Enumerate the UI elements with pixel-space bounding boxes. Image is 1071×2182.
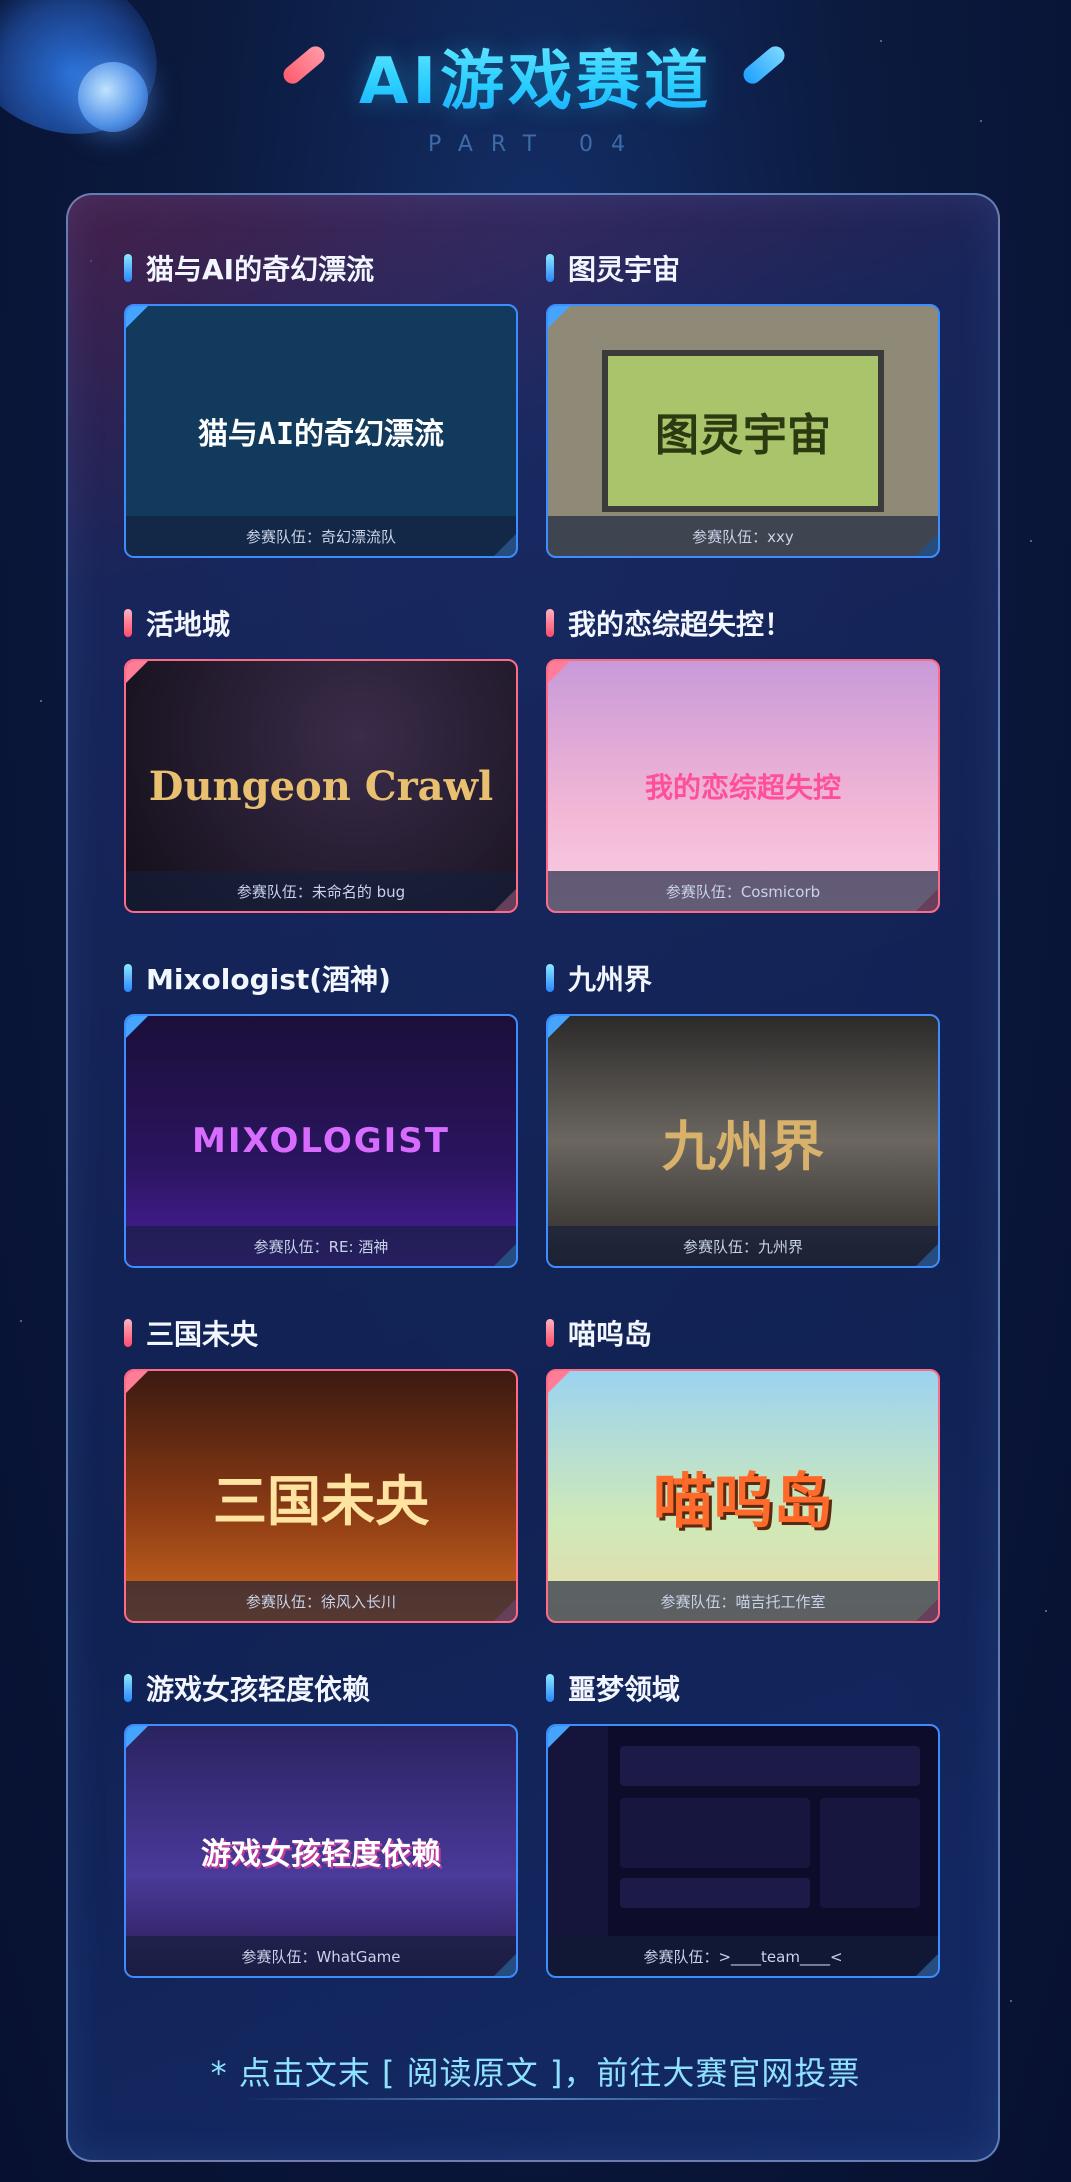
game-item[interactable]: 喵呜岛 喵呜岛 参赛队伍：喵吉托工作室 xyxy=(546,1315,940,1623)
title-marker xyxy=(124,964,132,992)
game-title: 我的恋综超失控！ xyxy=(568,608,793,641)
team-caption: 参赛队伍：徐风入长川 xyxy=(126,1581,516,1621)
title-marker xyxy=(124,1319,132,1347)
game-title-row: 九州界 xyxy=(546,960,940,996)
game-item[interactable]: 九州界 九州界 参赛队伍：九州界 xyxy=(546,960,940,1268)
game-title: 活地城 xyxy=(146,608,231,641)
game-cover[interactable]: Dungeon Crawl 参赛队伍：未命名的 bug xyxy=(124,659,518,913)
game-title-row: 三国未央 xyxy=(124,1315,518,1351)
game-title-row: 猫与AI的奇幻漂流 xyxy=(124,250,518,286)
game-title-row: 活地城 xyxy=(124,605,518,641)
cover-art-text: 三国未央 xyxy=(213,1468,429,1533)
team-caption: 参赛队伍：RE: 酒神 xyxy=(126,1226,516,1266)
game-item[interactable]: 三国未央 三国未央 参赛队伍：徐风入长川 xyxy=(124,1315,518,1623)
app-sidebar xyxy=(548,1726,608,1936)
title-marker xyxy=(124,609,132,637)
game-title-row: Mixologist(酒神) xyxy=(124,960,518,996)
game-title-row: 游戏女孩轻度依赖 xyxy=(124,1670,518,1706)
game-cover[interactable]: 喵呜岛 参赛队伍：喵吉托工作室 xyxy=(546,1369,940,1623)
game-title-row: 图灵宇宙 xyxy=(546,250,940,286)
team-caption: 参赛队伍：xxy xyxy=(548,516,938,556)
cover-art-text: 喵呜岛 xyxy=(653,1466,833,1537)
cover-art-text: 图灵宇宙 xyxy=(655,410,831,461)
cover-art-text: Dungeon Crawl xyxy=(148,762,494,810)
game-title-row: 噩梦领域 xyxy=(546,1670,940,1706)
page-header: AI游戏赛道 PART 04 xyxy=(0,30,1071,157)
game-item[interactable]: 噩梦领域 参赛队伍：>____team____< xyxy=(546,1670,940,1978)
team-caption: 参赛队伍：未命名的 bug xyxy=(126,871,516,911)
games-panel: 猫与AI的奇幻漂流 猫与AI的奇幻漂流 参赛队伍：奇幻漂流队 图灵宇宙 图灵宇宙 xyxy=(66,193,1000,2162)
cover-art-text: MIXOLOGIST xyxy=(192,1121,450,1161)
game-item[interactable]: 活地城 Dungeon Crawl 参赛队伍：未命名的 bug xyxy=(124,605,518,913)
title-marker xyxy=(546,254,554,282)
game-title-row: 我的恋综超失控！ xyxy=(546,605,940,641)
team-caption: 参赛队伍：九州界 xyxy=(548,1226,938,1266)
game-item[interactable]: 猫与AI的奇幻漂流 猫与AI的奇幻漂流 参赛队伍：奇幻漂流队 xyxy=(124,250,518,558)
game-item[interactable]: Mixologist(酒神) MIXOLOGIST 参赛队伍：RE: 酒神 xyxy=(124,960,518,1268)
game-cover[interactable]: 三国未央 参赛队伍：徐风入长川 xyxy=(124,1369,518,1623)
game-cover[interactable]: 九州界 参赛队伍：九州界 xyxy=(546,1014,940,1268)
page-title: AI游戏赛道 xyxy=(0,30,1071,122)
game-item[interactable]: 游戏女孩轻度依赖 游戏女孩轻度依赖 参赛队伍：WhatGame xyxy=(124,1670,518,1978)
game-title: 三国未央 xyxy=(146,1318,259,1351)
app-panel xyxy=(620,1878,810,1908)
title-marker xyxy=(546,1319,554,1347)
game-title: Mixologist(酒神) xyxy=(146,963,391,996)
cover-art-text: 我的恋综超失控 xyxy=(644,771,841,804)
game-cover[interactable]: 参赛队伍：>____team____< xyxy=(546,1724,940,1978)
title-marker xyxy=(546,964,554,992)
game-item[interactable]: 我的恋综超失控！ 我的恋综超失控 参赛队伍：Cosmicorb xyxy=(546,605,940,913)
team-caption: 参赛队伍：>____team____< xyxy=(548,1936,938,1976)
game-cover[interactable]: 游戏女孩轻度依赖 参赛队伍：WhatGame xyxy=(124,1724,518,1978)
screen-frame: 图灵宇宙 xyxy=(602,350,884,512)
game-title: 图灵宇宙 xyxy=(568,253,681,286)
title-marker xyxy=(546,609,554,637)
game-item[interactable]: 图灵宇宙 图灵宇宙 参赛队伍：xxy xyxy=(546,250,940,558)
team-caption: 参赛队伍：WhatGame xyxy=(126,1936,516,1976)
team-caption: 参赛队伍：Cosmicorb xyxy=(548,871,938,911)
title-marker xyxy=(546,1674,554,1702)
game-title: 喵呜岛 xyxy=(568,1318,653,1351)
app-stats-row xyxy=(620,1746,920,1786)
app-panel xyxy=(620,1798,810,1868)
cover-art-text: 猫与AI的奇幻漂流 xyxy=(197,417,445,452)
vote-link[interactable]: * 点击文末 [ 阅读原文 ]，前往大赛官网投票 xyxy=(0,2048,1071,2094)
game-cover[interactable]: MIXOLOGIST 参赛队伍：RE: 酒神 xyxy=(124,1014,518,1268)
cover-art-text: 游戏女孩轻度依赖 xyxy=(201,1837,441,1872)
game-title-row: 喵呜岛 xyxy=(546,1315,940,1351)
part-label: PART 04 xyxy=(427,132,644,157)
title-marker xyxy=(124,1674,132,1702)
game-title: 猫与AI的奇幻漂流 xyxy=(146,253,375,286)
team-caption: 参赛队伍：喵吉托工作室 xyxy=(548,1581,938,1621)
cover-art-text: 九州界 xyxy=(662,1113,824,1178)
game-cover[interactable]: 图灵宇宙 参赛队伍：xxy xyxy=(546,304,940,558)
team-caption: 参赛队伍：奇幻漂流队 xyxy=(126,516,516,556)
game-title: 噩梦领域 xyxy=(568,1673,681,1706)
title-marker xyxy=(124,254,132,282)
app-panel xyxy=(820,1798,920,1908)
game-title: 游戏女孩轻度依赖 xyxy=(146,1673,371,1706)
game-cover[interactable]: 猫与AI的奇幻漂流 参赛队伍：奇幻漂流队 xyxy=(124,304,518,558)
game-title: 九州界 xyxy=(568,963,653,996)
footer-underline xyxy=(240,2098,830,2100)
game-cover[interactable]: 我的恋综超失控 参赛队伍：Cosmicorb xyxy=(546,659,940,913)
